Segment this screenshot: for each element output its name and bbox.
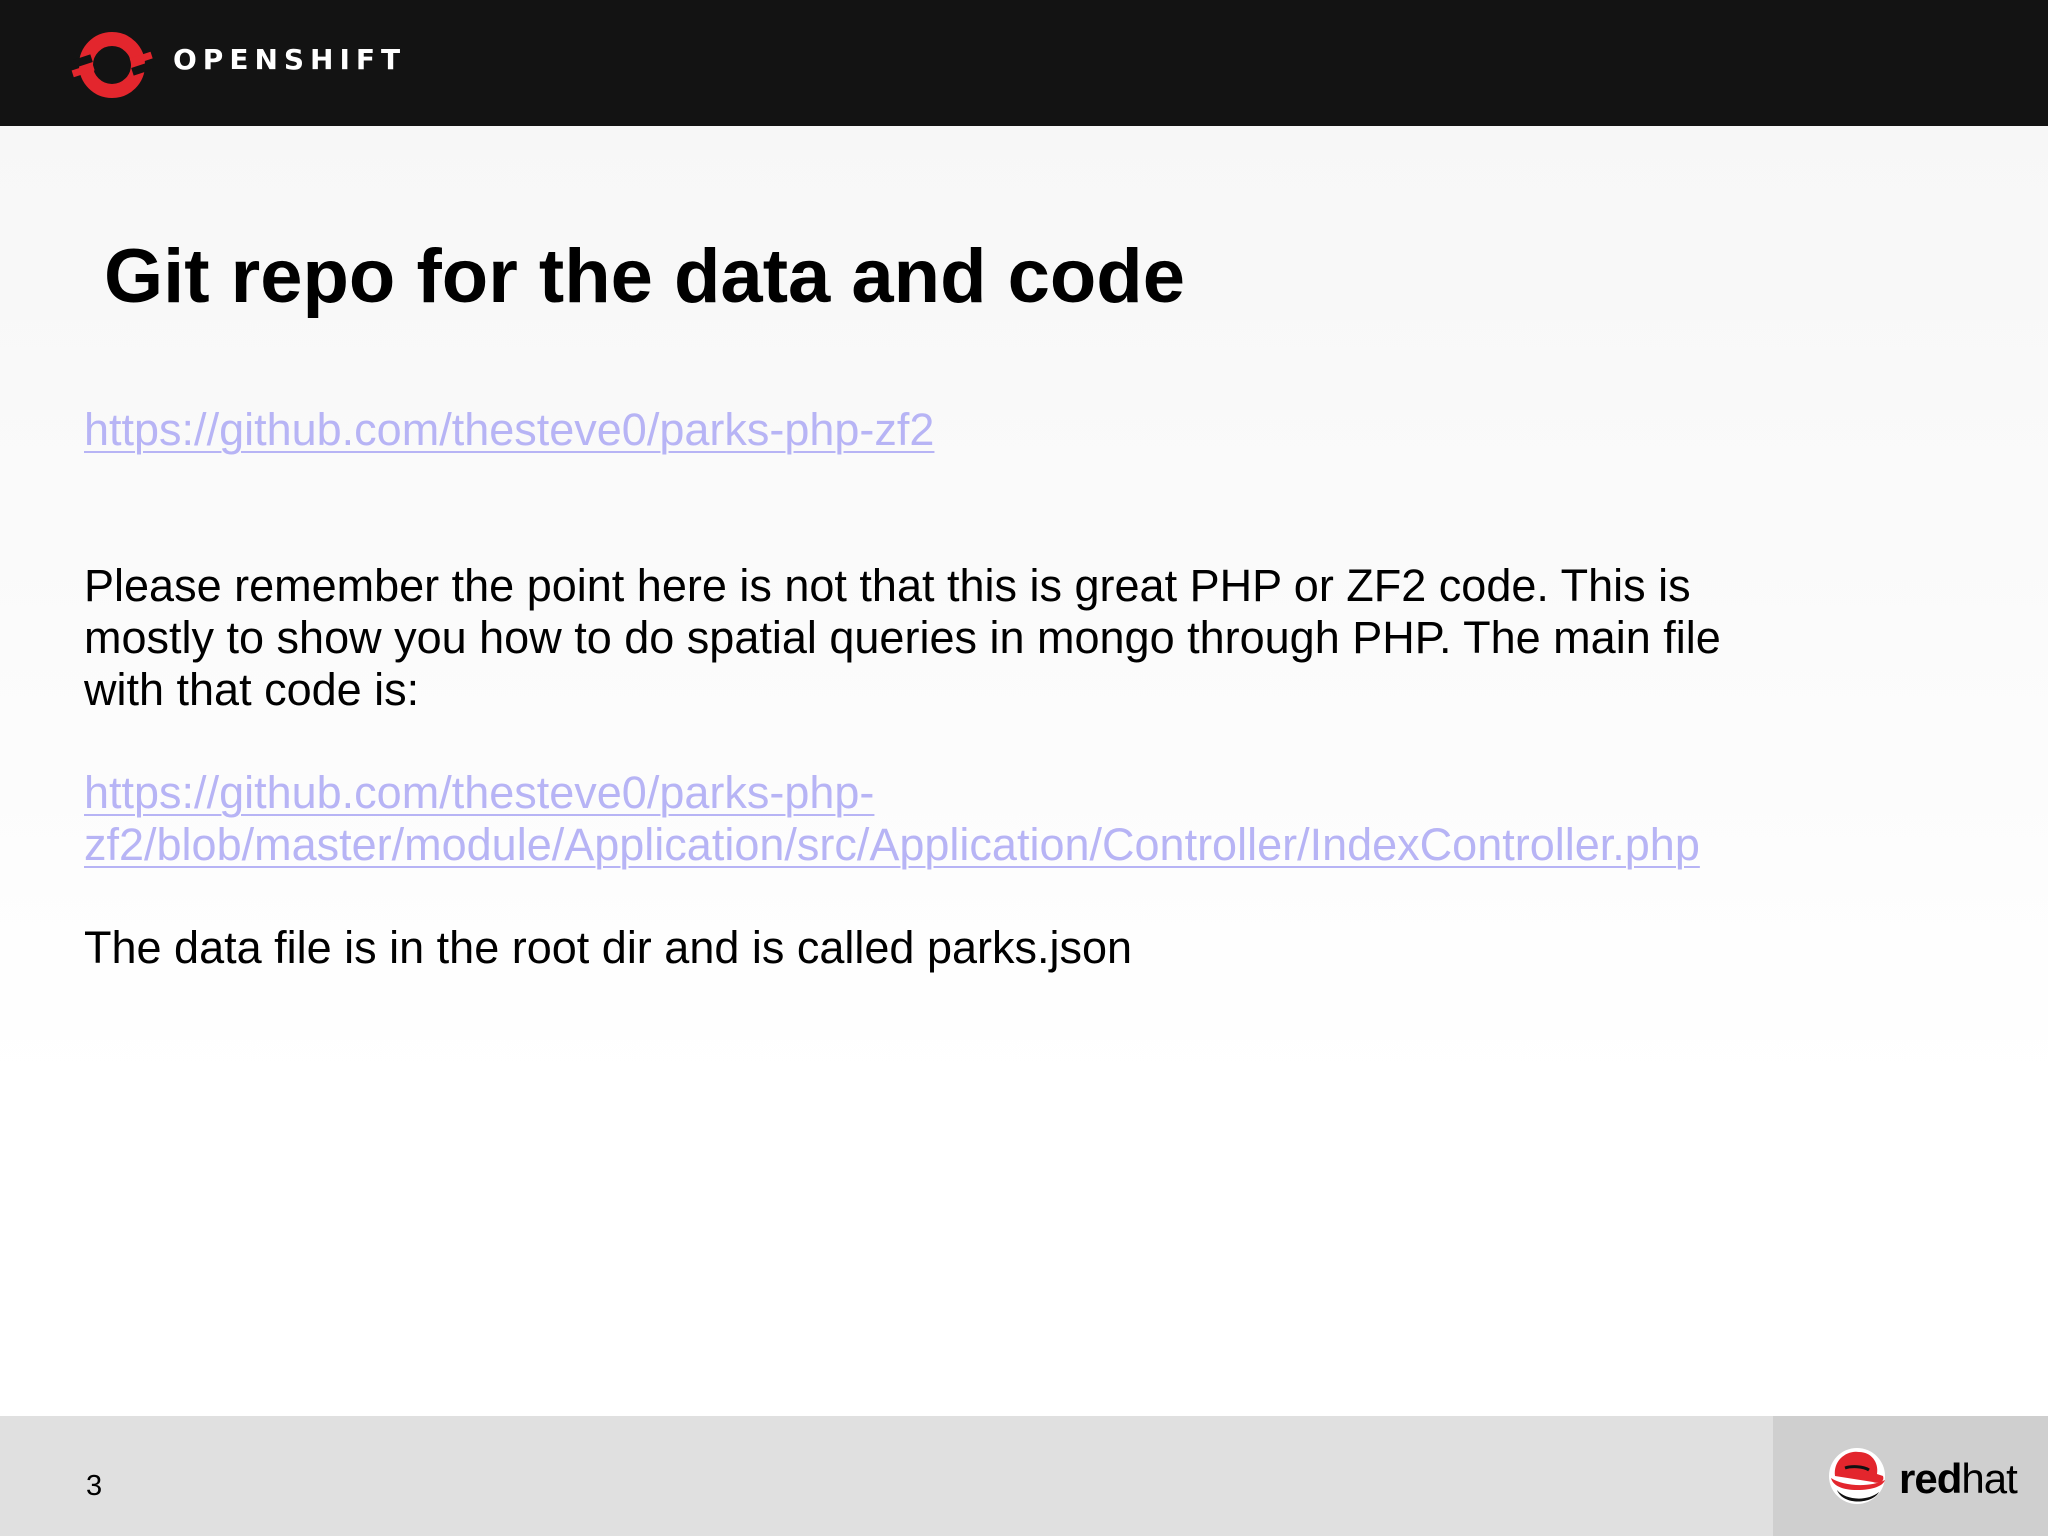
footer-bar: 3 redhat (0, 1416, 2048, 1536)
controller-file-link-line-1: https://github.com/thesteve0/parks-php- (84, 767, 875, 818)
description-paragraph: Please remember the point here is not th… (84, 560, 1721, 715)
redhat-wordmark: redhat (1899, 1455, 2018, 1502)
top-bar: OPENSHIFT (0, 0, 2048, 126)
controller-file-link[interactable]: https://github.com/thesteve0/parks-php- … (84, 767, 1700, 871)
openshift-logo-icon (71, 32, 153, 98)
redhat-logo-icon (1829, 1448, 1885, 1504)
repo-link[interactable]: https://github.com/thesteve0/parks-php-z… (84, 404, 934, 456)
slide-title: Git repo for the data and code (104, 234, 1185, 319)
brand-name: OPENSHIFT (173, 43, 407, 76)
data-file-note: The data file is in the root dir and is … (84, 922, 1133, 973)
redhat-logo-area: redhat (1773, 1416, 2048, 1536)
page-number: 3 (86, 1470, 103, 1502)
controller-file-link-line-2: zf2/blob/master/module/Application/src/A… (84, 819, 1700, 870)
